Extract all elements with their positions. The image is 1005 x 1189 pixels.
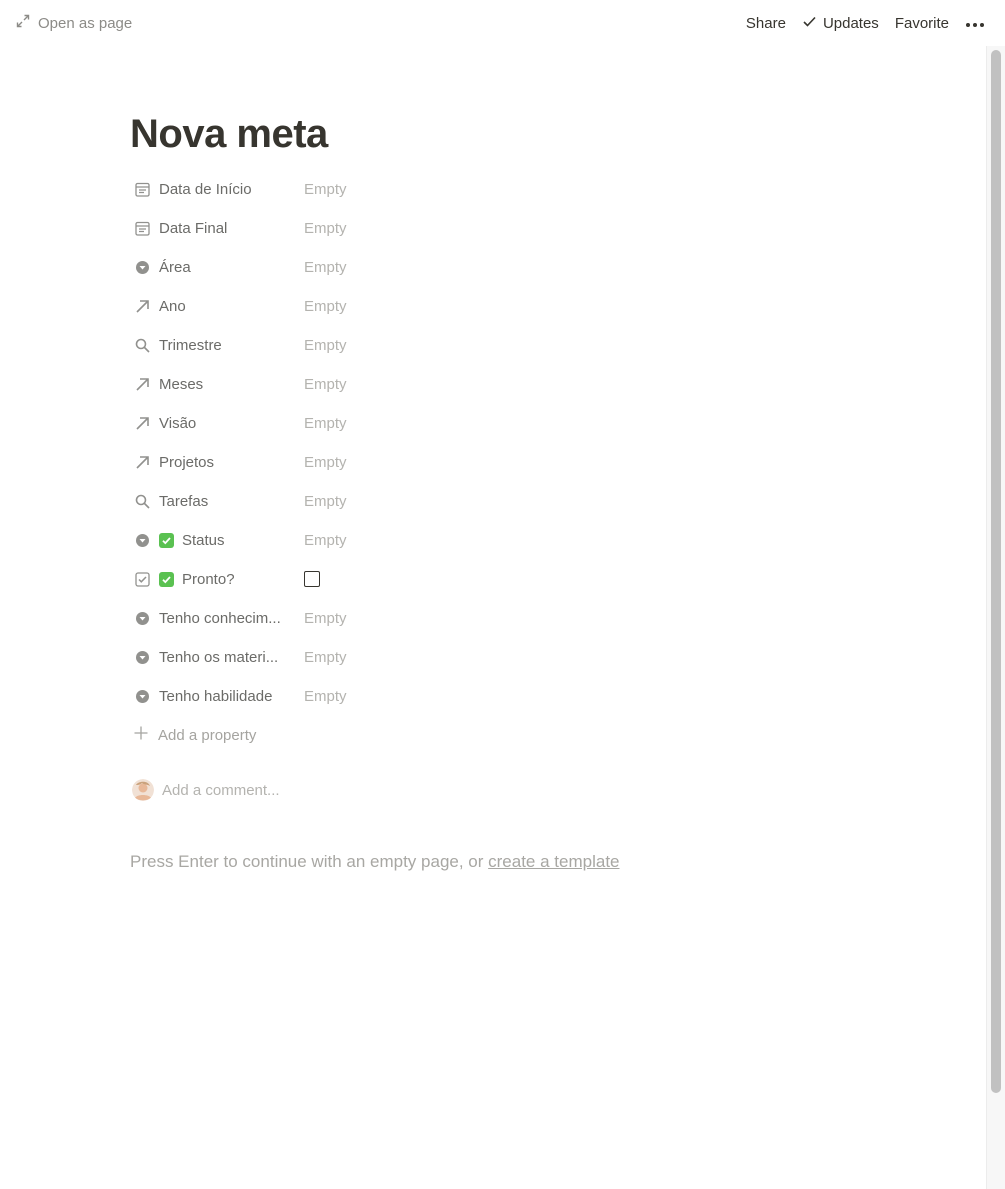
- rollup-search-icon: [134, 493, 151, 510]
- property-name[interactable]: Data Final: [130, 211, 300, 245]
- check-mark-button-icon: [159, 532, 174, 548]
- scrollbar-thumb[interactable]: [991, 50, 1001, 1093]
- property-value[interactable]: Empty: [304, 523, 347, 557]
- property-name[interactable]: Visão: [130, 406, 300, 440]
- create-template-link[interactable]: create a template: [488, 852, 619, 871]
- property-value[interactable]: Empty: [304, 172, 347, 206]
- property-row-tenho-conhecimento[interactable]: Tenho conhecim... Empty: [130, 601, 530, 635]
- property-value[interactable]: Empty: [304, 367, 347, 401]
- property-row-pronto[interactable]: Pronto?: [130, 562, 530, 596]
- comment-row: [130, 777, 462, 803]
- property-name[interactable]: Status: [130, 523, 300, 557]
- favorite-label: Favorite: [894, 14, 949, 32]
- select-icon: [134, 649, 151, 666]
- property-name[interactable]: Ano: [130, 289, 300, 323]
- topbar: Open as page Share Updates Favorite: [0, 0, 1005, 46]
- property-row-status[interactable]: Status Empty: [130, 523, 530, 557]
- property-label: Tenho conhecim...: [159, 609, 281, 627]
- avatar: [132, 779, 154, 801]
- comment-input[interactable]: [162, 781, 462, 799]
- open-as-page-button[interactable]: Open as page: [16, 13, 132, 33]
- page-title[interactable]: Nova meta: [130, 108, 930, 160]
- property-value[interactable]: Empty: [304, 445, 347, 479]
- property-row-visao[interactable]: Visão Empty: [130, 406, 530, 440]
- property-label: Trimestre: [159, 336, 222, 354]
- property-value[interactable]: Empty: [304, 211, 347, 245]
- property-value[interactable]: Empty: [304, 250, 347, 284]
- calendar-icon: [134, 181, 151, 198]
- checkbox-property-icon: [134, 571, 151, 588]
- empty-page-hint-text: Press Enter to continue with an empty pa…: [130, 852, 489, 871]
- property-row-area[interactable]: Área Empty: [130, 250, 530, 284]
- property-label: Tarefas: [159, 492, 209, 510]
- property-label: Projetos: [159, 453, 215, 471]
- relation-arrow-icon: [134, 376, 151, 393]
- property-name[interactable]: Tenho habilidade: [130, 679, 300, 713]
- calendar-icon: [134, 220, 151, 237]
- property-label: Meses: [159, 375, 204, 393]
- empty-page-hint: Press Enter to continue with an empty pa…: [130, 852, 620, 872]
- plus-icon: [134, 726, 148, 744]
- property-name[interactable]: Área: [130, 250, 300, 284]
- property-label: Tenho os materi...: [159, 648, 279, 666]
- property-name[interactable]: Meses: [130, 367, 300, 401]
- property-row-tenho-os-materiais[interactable]: Tenho os materi... Empty: [130, 640, 530, 674]
- top-actions: Share Updates Favorite: [738, 12, 989, 34]
- property-name[interactable]: Projetos: [130, 445, 300, 479]
- select-icon: [134, 532, 151, 549]
- property-value[interactable]: Empty: [304, 601, 347, 635]
- updates-label: Updates: [822, 14, 879, 32]
- property-row-tenho-habilidade[interactable]: Tenho habilidade Empty: [130, 679, 530, 713]
- relation-arrow-icon: [134, 298, 151, 315]
- property-name[interactable]: Pronto?: [130, 562, 300, 596]
- property-row-data-de-inicio[interactable]: Data de Início Empty: [130, 172, 530, 206]
- property-name[interactable]: Trimestre: [130, 328, 300, 362]
- property-name[interactable]: Data de Início: [130, 172, 300, 206]
- property-name[interactable]: Tarefas: [130, 484, 300, 518]
- property-value[interactable]: Empty: [304, 328, 347, 362]
- property-label: Visão: [159, 414, 197, 432]
- property-value[interactable]: Empty: [304, 640, 347, 674]
- property-value[interactable]: Empty: [304, 406, 347, 440]
- updates-button[interactable]: Updates: [794, 12, 887, 34]
- property-name[interactable]: Tenho os materi...: [130, 640, 300, 674]
- property-row-tarefas[interactable]: Tarefas Empty: [130, 484, 530, 518]
- property-label: Data Final: [159, 219, 228, 237]
- property-row-meses[interactable]: Meses Empty: [130, 367, 530, 401]
- property-label: Pronto?: [182, 570, 235, 588]
- share-label: Share: [745, 14, 786, 32]
- property-label: Data de Início: [159, 180, 252, 198]
- property-value[interactable]: Empty: [304, 289, 347, 323]
- property-name[interactable]: Tenho conhecim...: [130, 601, 300, 635]
- property-label: Área: [159, 258, 191, 276]
- property-row-projetos[interactable]: Projetos Empty: [130, 445, 530, 479]
- relation-arrow-icon: [134, 454, 151, 471]
- select-icon: [134, 610, 151, 627]
- page-content: Nova meta Data de Início Empty Data Fina…: [130, 108, 930, 871]
- property-label: Ano: [159, 297, 186, 315]
- more-options-button[interactable]: [957, 12, 989, 34]
- select-icon: [134, 259, 151, 276]
- property-label: Status: [182, 531, 225, 549]
- add-property-button[interactable]: Add a property: [134, 720, 256, 750]
- property-label: Tenho habilidade: [159, 687, 273, 705]
- select-icon: [134, 688, 151, 705]
- check-mark-button-icon: [159, 571, 174, 587]
- pronto-checkbox[interactable]: [304, 571, 320, 587]
- property-row-ano[interactable]: Ano Empty: [130, 289, 530, 323]
- rollup-search-icon: [134, 337, 151, 354]
- favorite-button[interactable]: Favorite: [887, 12, 957, 34]
- open-as-page-label: Open as page: [38, 14, 133, 32]
- share-button[interactable]: Share: [738, 12, 794, 34]
- property-value[interactable]: Empty: [304, 484, 347, 518]
- property-value[interactable]: [304, 562, 320, 596]
- checkmark-icon: [802, 14, 817, 33]
- property-row-data-final[interactable]: Data Final Empty: [130, 211, 530, 245]
- property-row-trimestre[interactable]: Trimestre Empty: [130, 328, 530, 362]
- relation-arrow-icon: [134, 415, 151, 432]
- more-dots-icon: [965, 15, 985, 32]
- add-property-label: Add a property: [158, 726, 257, 744]
- property-value[interactable]: Empty: [304, 679, 347, 713]
- expand-arrows-icon: [16, 14, 30, 32]
